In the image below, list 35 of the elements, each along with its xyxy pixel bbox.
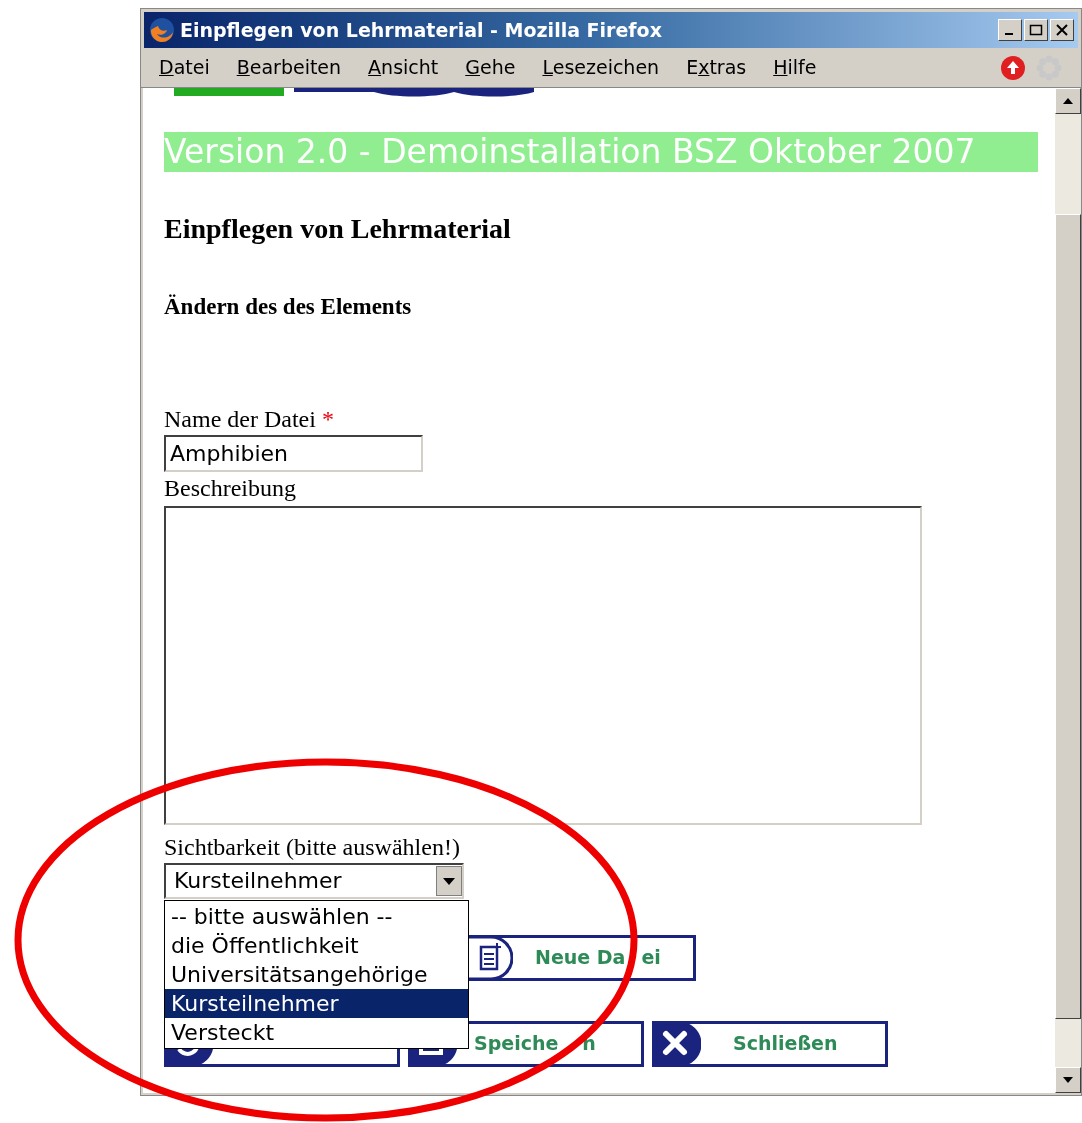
down-arrow-icon (1062, 1076, 1074, 1084)
minimize-button[interactable] (998, 19, 1022, 41)
dropdown-option[interactable]: -- bitte auswählen -- (165, 901, 468, 931)
close-icon (1055, 24, 1069, 36)
field-label: Sichtbarkeit (bitte auswählen!) (164, 832, 461, 862)
menu-item[interactable]: Datei (159, 53, 210, 82)
menu-item[interactable]: Lesezeichen (542, 53, 660, 82)
browser-logo-icon (148, 16, 176, 44)
maximize-icon (1029, 24, 1043, 36)
alert-icon (1000, 54, 1026, 81)
close-button[interactable]: Schließen (652, 1020, 888, 1067)
scrollbar-thumb[interactable] (1055, 214, 1081, 1019)
menu-item[interactable]: Bearbeiten (236, 53, 342, 82)
field-label: Beschreibung (164, 473, 297, 503)
menu-item[interactable]: Ansicht (368, 53, 439, 82)
menu-item[interactable]: Gehe (465, 53, 516, 82)
field-label: Name der Datei * (164, 404, 335, 434)
up-arrow-icon (1062, 97, 1074, 105)
description-field[interactable] (164, 505, 922, 825)
section-heading: Ändern des des Elements (164, 293, 413, 321)
name-field[interactable]: Amphibien (164, 434, 423, 472)
menu-item[interactable]: Extras (686, 53, 747, 82)
version-banner: Version 2.0 - Demoinstallation BSZ Oktober 2007 (164, 132, 1038, 172)
scroll-down-button[interactable] (1055, 1067, 1081, 1093)
maximize-button[interactable] (1024, 19, 1048, 41)
minimize-icon (1005, 33, 1013, 35)
scroll-up-button[interactable] (1055, 88, 1081, 114)
page-heading: Einpflegen von Lehrmaterial (164, 212, 512, 246)
menu-item[interactable]: Hilfe (773, 53, 817, 82)
visibility-select[interactable]: Kursteilnehmer (164, 862, 464, 899)
window-title: Einpflegen von Lehrmaterial - Mozilla Firefox (180, 17, 662, 43)
dropdown-option[interactable]: Kursteilnehmer (165, 988, 468, 1018)
logo-icon (174, 88, 534, 98)
close-button[interactable] (1050, 19, 1074, 41)
close-icon (655, 1022, 701, 1065)
